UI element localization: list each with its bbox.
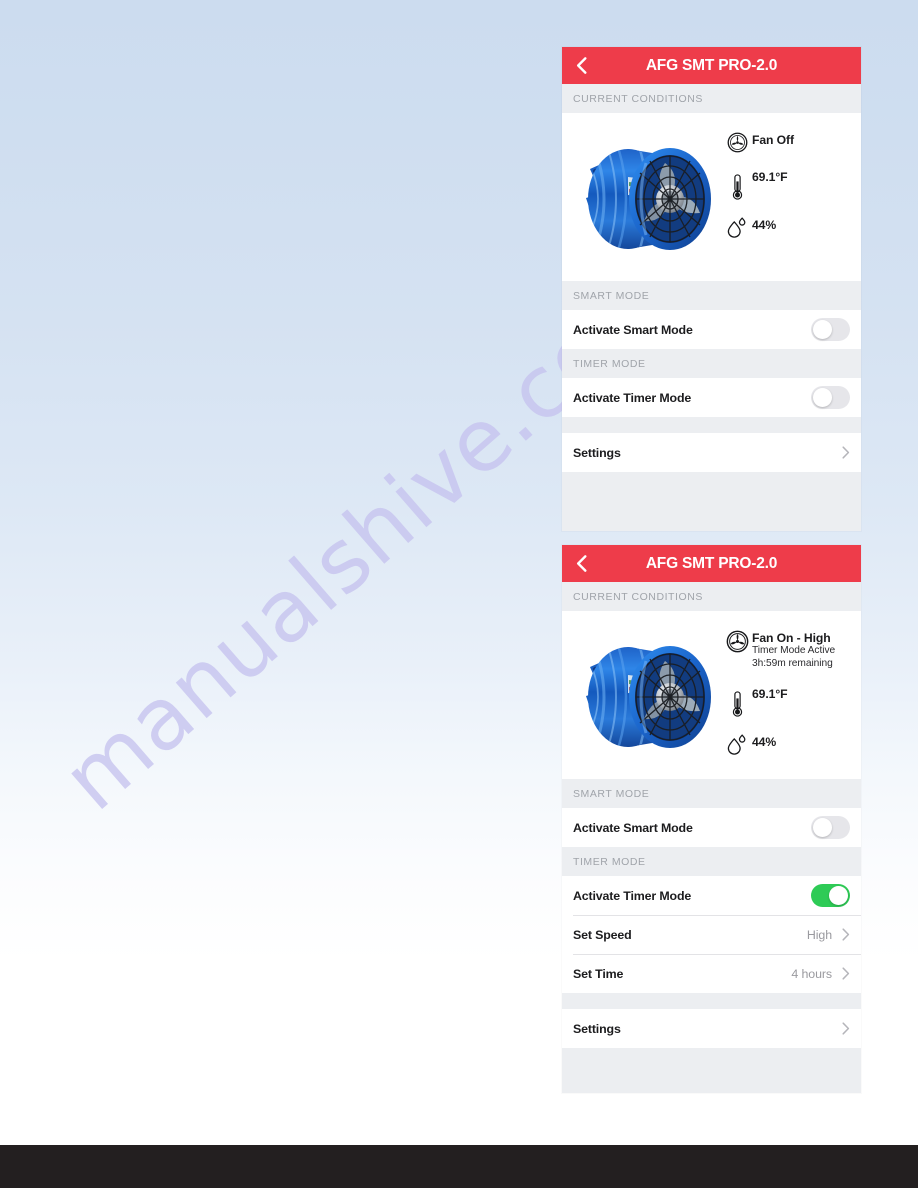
toggle-activate-smart-mode[interactable] <box>811 318 850 341</box>
panel-bottom-spacer <box>562 1048 861 1092</box>
row-value-set-time: 4 hours <box>791 966 832 981</box>
product-image-container <box>562 619 720 769</box>
chevron-right-icon-container <box>841 1022 850 1036</box>
humidity-value: 44% <box>752 735 777 749</box>
blue-exhaust-fan-image <box>586 148 711 250</box>
row-settings[interactable]: Settings <box>562 1009 861 1048</box>
footer-bar <box>0 1145 918 1188</box>
humidity-text: 44% <box>752 215 776 233</box>
section-gap <box>562 993 861 1009</box>
toggle-activate-timer-mode[interactable] <box>811 386 850 409</box>
stat-humidity: 44% <box>722 732 861 755</box>
row-set-time[interactable]: Set Time 4 hours <box>562 954 861 993</box>
fan-status-sub-mode: Timer Mode Active <box>752 645 836 656</box>
fan-status-main: Fan On - High <box>752 631 831 645</box>
fan-status-text: Fan Off <box>752 131 794 147</box>
section-header-smart-mode: SMART MODE <box>562 281 861 310</box>
chevron-right-icon <box>841 446 849 459</box>
thermometer-icon-container <box>722 684 752 718</box>
section-header-timer-mode: TIMER MODE <box>562 349 861 378</box>
toggle-knob <box>812 387 833 408</box>
blue-exhaust-fan-image <box>586 646 711 748</box>
chevron-right-icon <box>841 967 849 980</box>
row-settings[interactable]: Settings <box>562 433 861 472</box>
thermometer-icon <box>732 691 742 717</box>
temperature-value: 69.1°F <box>752 687 788 701</box>
stat-fan-status: Fan Off <box>722 131 861 153</box>
fan-status-text: Fan On - High Timer Mode Active 3h:59m r… <box>752 629 835 670</box>
page-title: AFG SMT PRO-2.0 <box>645 56 778 74</box>
chevron-right-icon-container <box>841 446 850 460</box>
phone-screen-fan-off: AFG SMT PRO-2.0 CURRENT CONDITIONS Fan O… <box>562 47 861 531</box>
humidity-text: 44% <box>752 732 776 750</box>
fan-status-sub-remaining: 3h:59m remaining <box>752 657 833 669</box>
humidity-value: 44% <box>752 218 777 232</box>
navigation-bar: AFG SMT PRO-2.0 <box>562 47 861 84</box>
toggle-knob <box>828 885 849 906</box>
row-label-activate-smart-mode: Activate Smart Mode <box>573 820 693 835</box>
toggle-knob <box>812 817 833 838</box>
section-header-smart-mode: SMART MODE <box>562 779 861 808</box>
row-label-activate-timer-mode: Activate Timer Mode <box>573 390 692 405</box>
stat-temperature: 69.1°F <box>722 167 861 201</box>
back-button[interactable] <box>573 57 589 75</box>
page-title: AFG SMT PRO-2.0 <box>645 554 778 572</box>
conditions-stats: Fan On - High Timer Mode Active 3h:59m r… <box>720 619 861 755</box>
row-label-activate-timer-mode: Activate Timer Mode <box>573 888 692 903</box>
conditions-stats: Fan Off 69.1°F 44% <box>720 121 861 238</box>
row-activate-smart-mode[interactable]: Activate Smart Mode <box>562 310 861 349</box>
row-activate-timer-mode[interactable]: Activate Timer Mode <box>562 378 861 417</box>
row-label-set-time: Set Time <box>573 966 624 981</box>
chevron-left-icon <box>576 555 586 572</box>
fan-status-main: Fan Off <box>752 133 794 147</box>
fan-icon <box>726 630 748 653</box>
temperature-text: 69.1°F <box>752 167 788 185</box>
current-conditions-card: Fan On - High Timer Mode Active 3h:59m r… <box>562 611 861 779</box>
chevron-right-icon <box>841 928 849 941</box>
row-label-activate-smart-mode: Activate Smart Mode <box>573 322 693 337</box>
section-gap <box>562 417 861 433</box>
section-header-timer-mode: TIMER MODE <box>562 847 861 876</box>
temperature-text: 69.1°F <box>752 684 788 702</box>
humidity-droplet-icon <box>727 217 746 238</box>
section-header-current-conditions: CURRENT CONDITIONS <box>562 582 861 611</box>
stat-humidity: 44% <box>722 215 861 238</box>
humidity-icon-container <box>722 215 752 238</box>
row-activate-smart-mode[interactable]: Activate Smart Mode <box>562 808 861 847</box>
row-label-settings: Settings <box>573 445 621 460</box>
chevron-right-icon-container <box>841 967 850 981</box>
phone-screen-fan-on-timer: AFG SMT PRO-2.0 CURRENT CONDITIONS Fan O… <box>562 545 861 1093</box>
back-button[interactable] <box>573 555 589 573</box>
humidity-droplet-icon <box>727 734 746 755</box>
fan-icon <box>727 132 747 153</box>
row-activate-timer-mode[interactable]: Activate Timer Mode <box>562 876 861 915</box>
toggle-knob <box>812 319 833 340</box>
product-image-container <box>562 121 720 271</box>
stat-temperature: 69.1°F <box>722 684 861 718</box>
current-conditions-card: Fan Off 69.1°F 44% <box>562 113 861 281</box>
temperature-value: 69.1°F <box>752 170 788 184</box>
fan-icon-container <box>722 131 752 153</box>
navigation-bar: AFG SMT PRO-2.0 <box>562 545 861 582</box>
thermometer-icon-container <box>722 167 752 201</box>
stat-fan-status: Fan On - High Timer Mode Active 3h:59m r… <box>722 629 861 670</box>
chevron-right-icon-container <box>841 928 850 942</box>
toggle-activate-smart-mode[interactable] <box>811 816 850 839</box>
section-header-current-conditions: CURRENT CONDITIONS <box>562 84 861 113</box>
fan-icon-container <box>722 629 752 653</box>
humidity-icon-container <box>722 732 752 755</box>
row-value-set-speed: High <box>806 927 832 942</box>
panel-bottom-spacer <box>562 472 861 524</box>
row-set-speed[interactable]: Set Speed High <box>562 915 861 954</box>
thermometer-icon <box>732 174 742 200</box>
row-label-settings: Settings <box>573 1021 621 1036</box>
chevron-left-icon <box>576 57 586 74</box>
chevron-right-icon <box>841 1022 849 1035</box>
toggle-activate-timer-mode[interactable] <box>811 884 850 907</box>
row-label-set-speed: Set Speed <box>573 927 632 942</box>
